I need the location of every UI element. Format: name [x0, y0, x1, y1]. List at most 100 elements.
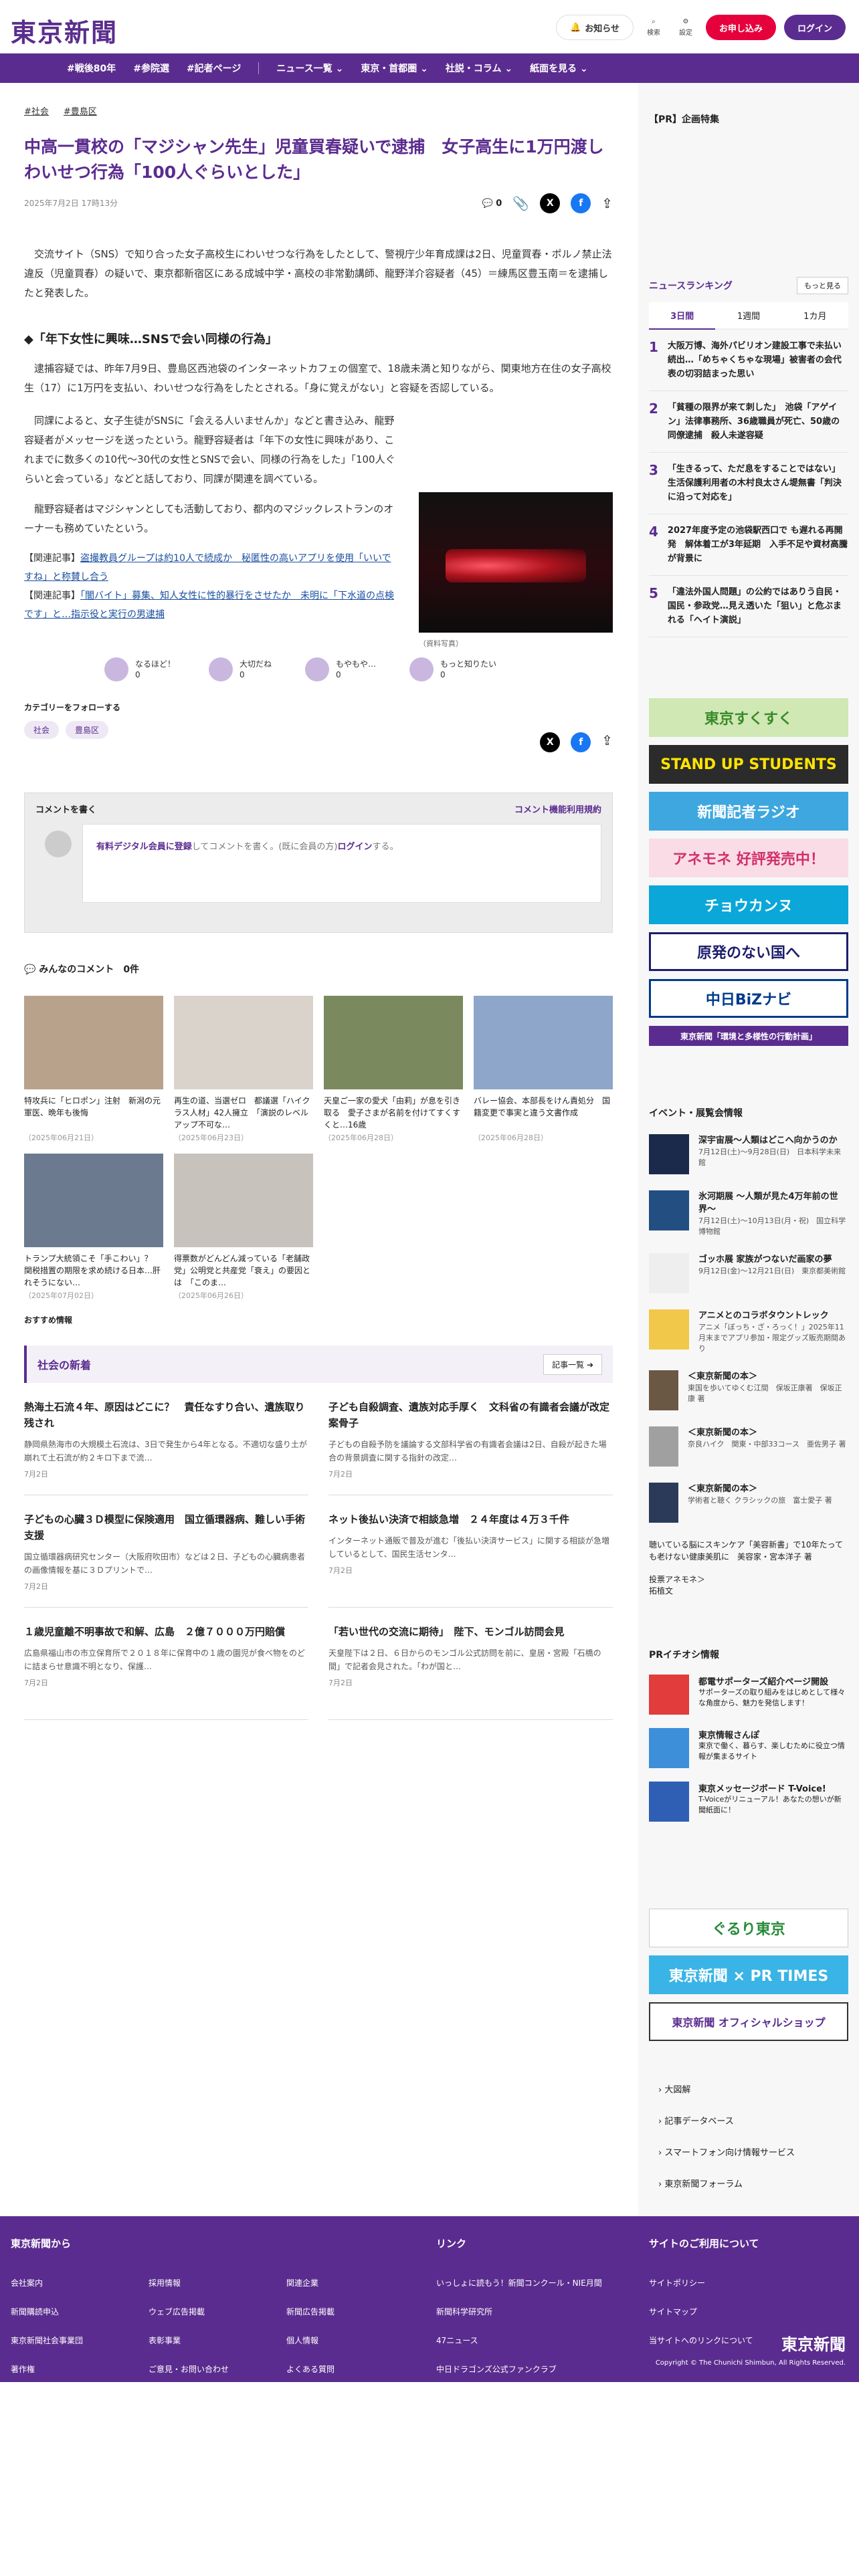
banner[interactable]: チョウカンヌ	[649, 885, 848, 924]
x-share-icon[interactable]: X	[540, 193, 561, 213]
pr-info-item[interactable]: 東京メッセージボード T-Voice! T-Voiceがリニューアル！あなたの想い…	[649, 1782, 848, 1822]
photo-card[interactable]: 再生の道、当選ゼロ 都議選「ハイクラス人材」42人擁立 「演説のレベルアップ不可…	[174, 996, 313, 1143]
sidebar-link[interactable]: › 記事データベース	[658, 2114, 858, 2127]
reaction-button[interactable]: なるほど！ 0	[104, 657, 175, 681]
photo-card[interactable]: バレー協会、本部長をけん責処分 国籍変更で事実と違う文書作成 （2025年06月2…	[474, 996, 613, 1143]
banner[interactable]: 中日BiZナビ	[649, 979, 848, 1018]
banner[interactable]: STAND UP STUDENTS	[649, 745, 848, 784]
pr-info-item[interactable]: 東京情報さんぽ 東京で働く、暮らす、楽しむために役立つ情報が集まるサイト	[649, 1728, 848, 1768]
pr-info-item[interactable]: 都電サポーターズ紹介ページ開設 サポーターズの取り組みをはじめとして様々な角度から…	[649, 1675, 848, 1715]
news-item[interactable]: 子どもの心臓３Ｄ模型に保険適用 国立循環器病、難しい手術支援 国立循環器病研究セン…	[24, 1495, 308, 1608]
news-item[interactable]: 子ども自殺調査、遺族対応手厚く 文科省の有識者会議が改定案骨子 子どもの自殺予防を…	[328, 1383, 613, 1495]
footer-link[interactable]: サイトポリシー	[649, 2277, 850, 2288]
tag-link[interactable]: #豊島区	[64, 104, 97, 117]
nav-item[interactable]: ニュース一覧 ⌄	[276, 62, 343, 75]
footer-link[interactable]: よくある質問	[286, 2363, 424, 2375]
login-link[interactable]: ログイン	[338, 842, 373, 852]
news-item[interactable]: １歳児童離不明事故で和解、広島 ２億７０００万円賠償 広島県福山市の市立保育所で２…	[24, 1608, 308, 1720]
footer-link[interactable]: 東京新聞社会事業団	[11, 2335, 149, 2346]
banner[interactable]: 新聞記者ラジオ	[649, 792, 848, 831]
footer-link[interactable]: 新聞広告掲載	[286, 2306, 424, 2317]
site-logo[interactable]: 東京新聞	[11, 12, 118, 49]
footer-link[interactable]: 著作権	[11, 2363, 149, 2375]
event-text[interactable]: 聴いている脳にスキンケア「美容新書」で10年たっても老けない健康美肌に 美容家・…	[649, 1539, 848, 1563]
footer-link[interactable]: 表彰事業	[149, 2335, 286, 2346]
apply-button[interactable]: お申し込み	[705, 15, 776, 40]
nav-item[interactable]: 社説・コラム ⌄	[446, 62, 512, 75]
news-item[interactable]: 熱海土石流４年、原因はどこに？ 責任なすり合い、遺族取り残され 静岡県熱海市の大規…	[24, 1383, 308, 1495]
follow-tag[interactable]: 社会	[24, 721, 60, 739]
x-share-icon[interactable]: X	[540, 732, 561, 752]
footer-link[interactable]: 中日ドラゴンズ公式ファンクラブ	[436, 2363, 637, 2375]
facebook-share-icon[interactable]: f	[571, 732, 591, 752]
footer-link[interactable]: 会社案内	[11, 2277, 149, 2288]
ranking-item[interactable]: 2 「貧種の限界が来て刺した」 池袋「アゲイン」法律事務所、36歳職員が死亡、50…	[649, 391, 848, 453]
footer-link[interactable]: 採用情報	[149, 2277, 286, 2288]
sidebar-link[interactable]: › スマートフォン向け情報サービス	[658, 2145, 858, 2158]
footer-link[interactable]: サイトマップ	[649, 2306, 850, 2317]
ranking-item[interactable]: 3 「生きるって、ただ息をすることではない」生活保護利用者の木村良太さん堤無書「判…	[649, 453, 848, 514]
footer-link[interactable]: ご意見・お問い合わせ	[149, 2363, 286, 2375]
event-link[interactable]: 拓植文	[649, 1585, 848, 1596]
footer-link[interactable]: 関連企業	[286, 2277, 424, 2288]
facebook-share-icon[interactable]: f	[571, 193, 591, 213]
footer-link[interactable]: ウェブ広告掲載	[149, 2306, 286, 2317]
nav-item[interactable]: #戦後80年	[67, 62, 116, 75]
reaction-button[interactable]: もっと知りたい 0	[409, 657, 496, 681]
follow-tag[interactable]: 豊島区	[66, 721, 109, 739]
event-item[interactable]: ＜東京新聞の本＞ 東国を歩いてゆくむ江間 保坂正康著 保坂正康 著	[649, 1370, 848, 1410]
event-item[interactable]: アニメとのコラボタウントレック アニメ「ぼっち・ざ・ろっく！」2025年11月末ま…	[649, 1309, 848, 1354]
tag-link[interactable]: #社会	[24, 104, 49, 117]
nav-item[interactable]: #参院選	[133, 62, 169, 75]
news-item[interactable]: 「若い世代の交流に期待」 陛下、モンゴル訪問会見 天皇陛下は２日、６日からのモンゴ…	[328, 1608, 613, 1720]
banner[interactable]: 原発のない国へ	[649, 932, 848, 971]
banner[interactable]: 東京すくすく	[649, 698, 848, 737]
ranking-item[interactable]: 5 「違法外国人問題」の公約ではありう自民・国民・参政党…見え透いた「狙い」と危ぶ…	[649, 576, 848, 637]
tab-1week[interactable]: 1週間	[715, 302, 782, 330]
notice-button[interactable]: 🔔 お知らせ	[556, 15, 634, 40]
photo-card[interactable]: 天皇ご一家の愛犬「由莉」が息を引き取る 愛子さまが名前を付けてすくすくと…16歳…	[324, 996, 463, 1143]
banner[interactable]: 東京新聞 × PR TIMES	[649, 1955, 848, 1994]
footer-logo[interactable]: 東京新聞	[781, 2331, 846, 2355]
photo-card[interactable]: 得票数がどんどん減っている「老舗政党」公明党と共産党「衰え」の要因とは 「このま…	[174, 1154, 313, 1301]
banner[interactable]: 東京新聞 オフィシャルショップ	[649, 2002, 848, 2041]
event-link[interactable]: 投票アネモネ＞	[649, 1574, 848, 1585]
ranking-item[interactable]: 4 2027年度予定の池袋駅西口で も遅れる再開発 解体着工が3年延期 入手不足や…	[649, 514, 848, 576]
sidebar-link[interactable]: › 東京新聞フォーラム	[658, 2177, 858, 2189]
comment-input[interactable]: 有料デジタル会員に登録してコメントを書く。(既に会員の方)ログインする。	[82, 824, 601, 903]
footer-link[interactable]: 47ニュース	[436, 2335, 637, 2346]
article-list-button[interactable]: 記事一覧 ➔	[543, 1354, 602, 1375]
clip-icon[interactable]: 📎	[512, 195, 529, 211]
banner[interactable]: 東京新聞「環境と多様性の行動計画」	[649, 1026, 848, 1046]
event-item[interactable]: 深宇宙展〜人類はどこへ向かうのか 7月12日(土)〜9月28日(日) 日本科学未来…	[649, 1134, 848, 1174]
footer-link[interactable]: 新聞購読申込	[11, 2306, 149, 2317]
ranking-more-button[interactable]: もっと見る	[797, 277, 848, 294]
share-icon[interactable]: ⇪	[601, 195, 613, 211]
event-item[interactable]: ゴッホ展 家族がつないだ画家の夢 9月12日(金)〜12月21日(日) 東京都美術…	[649, 1253, 848, 1293]
photo-card[interactable]: トランプ大統領こそ「手こわい」？ 関税措置の期限を求め続ける日本…肝れそうにない…	[24, 1154, 163, 1301]
nav-item[interactable]: #記者ページ	[187, 62, 241, 75]
sidebar-link[interactable]: › 大図解	[658, 2082, 858, 2095]
register-link[interactable]: 有料デジタル会員に登録	[96, 842, 192, 852]
tab-3days[interactable]: 3日間	[649, 302, 716, 330]
footer-link[interactable]: 個人情報	[286, 2335, 424, 2346]
photo-card[interactable]: 特攻兵に「ヒロポン」注射 新潟の元軍医、晩年も後悔 （2025年06月21日）	[24, 996, 163, 1143]
news-item[interactable]: ネット後払い決済で相談急増 ２４年度は４万３千件 インターネット通販で普及が進む「…	[328, 1495, 613, 1608]
reaction-button[interactable]: 大切だね 0	[209, 657, 272, 681]
search-button[interactable]: ⌕ 検索	[642, 18, 666, 37]
share-icon[interactable]: ⇪	[601, 732, 613, 752]
comment-count[interactable]: 💬 0	[482, 199, 502, 209]
ranking-item[interactable]: 1 大阪万博、海外パビリオン建設工事で未払い続出…「めちゃくちゃな現場」被害者の会…	[649, 330, 848, 391]
login-button[interactable]: ログイン	[783, 15, 846, 40]
banner[interactable]: ぐるり東京	[649, 1909, 848, 1947]
tab-1month[interactable]: 1カ月	[781, 302, 848, 330]
nav-item[interactable]: 東京・首都圏 ⌄	[361, 62, 428, 75]
banner[interactable]: アネモネ 好評発売中！	[649, 839, 848, 877]
nav-item[interactable]: 紙面を見る ⌄	[530, 62, 588, 75]
settings-button[interactable]: ⚙ 設定	[674, 18, 698, 37]
comment-rules-link[interactable]: コメント機能利用規約	[514, 802, 601, 815]
event-item[interactable]: ＜東京新聞の本＞ 奈良ハイク 関東・中部33コース 亜佐男子 著	[649, 1426, 848, 1467]
reaction-button[interactable]: もやもや… 0	[305, 657, 376, 681]
event-item[interactable]: 氷河期展 〜人類が見た4万年前の世界〜 7月12日(土)〜10月13日(月・祝) …	[649, 1190, 848, 1237]
event-item[interactable]: ＜東京新聞の本＞ 学術者と聴く クラシックの旅 富士愛子 著	[649, 1483, 848, 1523]
